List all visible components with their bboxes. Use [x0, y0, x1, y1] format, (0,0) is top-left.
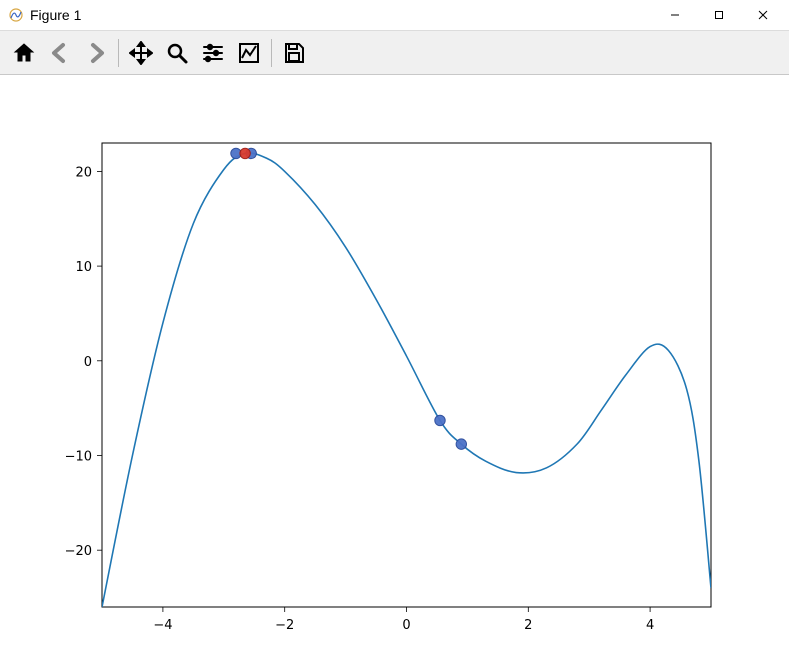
window-controls — [653, 1, 785, 29]
marker-red — [240, 148, 250, 158]
y-tick-label: 0 — [84, 355, 92, 370]
function-curve — [102, 153, 711, 607]
plot-area[interactable]: −4−2024 −20−1001020 — [0, 75, 789, 670]
save-icon[interactable] — [276, 35, 312, 71]
close-button[interactable] — [741, 1, 785, 29]
marker-blue — [456, 439, 466, 449]
window-title: Figure 1 — [30, 7, 653, 23]
x-tick-label: 2 — [524, 618, 532, 633]
x-tick-label: 4 — [646, 618, 654, 633]
titlebar: Figure 1 — [0, 0, 789, 30]
y-tick-label: 10 — [75, 260, 92, 275]
toolbar — [0, 30, 789, 75]
y-tick-label: 20 — [75, 165, 92, 180]
axes-icon[interactable] — [231, 35, 267, 71]
zoom-icon[interactable] — [159, 35, 195, 71]
toolbar-separator — [271, 39, 272, 67]
toolbar-separator — [118, 39, 119, 67]
minimize-button[interactable] — [653, 1, 697, 29]
marker-blue — [435, 415, 445, 425]
app-icon — [8, 7, 24, 23]
x-tick-label: 0 — [402, 618, 410, 633]
x-tick-label: −4 — [153, 618, 172, 633]
home-icon[interactable] — [6, 35, 42, 71]
back-icon[interactable] — [42, 35, 78, 71]
x-tick-label: −2 — [275, 618, 294, 633]
pan-icon[interactable] — [123, 35, 159, 71]
maximize-button[interactable] — [697, 1, 741, 29]
subplots-icon[interactable] — [195, 35, 231, 71]
forward-icon[interactable] — [78, 35, 114, 71]
y-tick-label: −10 — [65, 449, 92, 464]
y-tick-label: −20 — [65, 544, 92, 559]
